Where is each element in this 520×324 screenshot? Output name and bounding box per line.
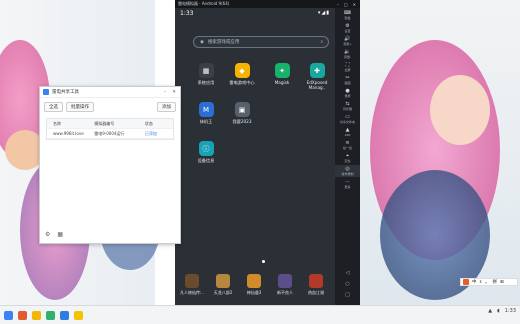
dock-app-4[interactable]: 新不良人 [270, 274, 300, 296]
settings-icon[interactable]: ⚙ [45, 231, 50, 238]
game-icon [278, 274, 292, 288]
system-apps-icon: ▦ [198, 63, 214, 78]
maximize-icon[interactable]: □ [344, 2, 348, 7]
volume-icon[interactable]: ◖ [497, 308, 500, 314]
app-wipe-king[interactable]: M 抹机王 [190, 102, 222, 125]
game-controller-icon: ◉ [200, 39, 204, 45]
wipe-king-icon: M [198, 102, 214, 117]
app-device-info[interactable]: ⓘ 设备信息 [190, 141, 222, 164]
game-icon [216, 274, 230, 288]
ime-toolbar: 中 ε 。 拼 ⊞ [460, 278, 518, 286]
game-icon [185, 274, 199, 288]
table-row[interactable]: www.996it.love 雷电9-0004运行 已添加 [47, 129, 173, 139]
ime-item[interactable]: ε [480, 280, 482, 285]
start-icon[interactable] [4, 310, 13, 320]
share-tool-window: 雷电共享工具 – ✕ 全选 批量操作 添加 名称 模拟器编号 状态 www.99… [39, 86, 181, 244]
toolbar-sync[interactable]: ⇆ 同步器 [335, 100, 360, 112]
app-system-apps[interactable]: ▦ 系统应用 [190, 63, 222, 86]
window-titlebar: 雷电共享工具 – ✕ [40, 87, 180, 98]
toolbar-keyboard[interactable]: ⌨ 键盘 [335, 9, 360, 21]
toolbar-more[interactable]: ⋯ 更多 [335, 178, 360, 190]
edxposed-icon: ✚ [309, 63, 325, 78]
instance-table: 名称 模拟器编号 状态 www.996it.love 雷电9-0004运行 已添… [46, 118, 174, 140]
add-button[interactable]: 添加 [157, 102, 176, 112]
toolbar-macro[interactable]: ◎ 操作录制 [335, 165, 360, 177]
toolbar-fullscreen[interactable]: ⛶ 全屏 [335, 61, 360, 73]
dock-app-2[interactable]: 天龙八部2 [208, 274, 238, 296]
table-header: 名称 模拟器编号 状态 [47, 119, 173, 129]
column-header: 状态 [144, 120, 153, 126]
app-icon[interactable] [18, 310, 27, 320]
search-input[interactable]: ◉ 搜索游戏或应用 ⌕ [193, 36, 329, 48]
wallpaper-right [360, 0, 520, 305]
app-2023[interactable]: ▣ 我要2023 [226, 102, 258, 125]
status-time: 1:33 [180, 9, 194, 17]
emulator-toolbar: ⌨ 键盘 ⚙ 设置 🔊 音量+ 🔉 音量- ⛶ 全屏 ✂ 截图 ● 录屏 ⇆ 同步器 ▭ 共享文件… [335, 8, 360, 305]
ime-item[interactable]: 。 [485, 279, 490, 285]
emulator-window: 雷电模拟器 · Android 9(64) – □ ✕ 1:33 ▾◢▮ ◉ 搜… [175, 0, 360, 305]
magisk-icon: ✦ [274, 63, 290, 78]
toolbar-shake[interactable]: ≋ 摇一摇 [335, 139, 360, 151]
close-icon[interactable]: ✕ [172, 90, 176, 95]
toolbar-location[interactable]: ⌖ 定位 [335, 152, 360, 164]
dock-app-5[interactable]: 热血江湖 [301, 274, 331, 296]
search-placeholder: 搜索游戏或应用 [207, 40, 240, 45]
toolbar-volume-up[interactable]: 🔊 音量+ [335, 35, 360, 47]
game-center-icon: ◆ [234, 63, 250, 78]
app-2023-icon: ▣ [234, 102, 250, 117]
row-name: www.996it.love [53, 131, 84, 136]
desktop: 雷电模拟器 · Android 9(64) – □ ✕ 1:33 ▾◢▮ ◉ 搜… [0, 0, 520, 324]
window-toolbar: 全选 批量操作 添加 [40, 98, 180, 112]
emulator-title: 雷电模拟器 · Android 9(64) [178, 1, 230, 6]
game-icon [309, 274, 323, 288]
dock-app-3[interactable]: 神仙道3 [239, 274, 269, 296]
app-icon[interactable] [60, 310, 69, 320]
minimize-icon[interactable]: – [164, 90, 166, 95]
back-icon[interactable]: ◁ [346, 270, 350, 276]
network-icon[interactable]: ▲ [488, 308, 492, 314]
android-screen: 1:33 ▾◢▮ ◉ 搜索游戏或应用 ⌕ ▦ 系统应用 ◆ 雷电游戏中心 ✦ M… [175, 8, 335, 305]
status-icons: ▾◢▮ [317, 10, 330, 16]
device-info-icon: ⓘ [198, 141, 214, 156]
window-footer: ⚙ ▦ [45, 231, 63, 238]
ime-item[interactable]: 拼 [492, 279, 497, 285]
dock-app-1[interactable]: 凡人修仙传:.. [177, 274, 207, 296]
toolbar-shared-folder[interactable]: ▭ 共享文件夹 [335, 113, 360, 125]
search-icon[interactable]: ⌕ [320, 39, 328, 45]
row-status[interactable]: 已添加 [145, 131, 173, 137]
select-all-button[interactable]: 全选 [44, 102, 63, 112]
page-indicator [262, 260, 265, 263]
grid-icon[interactable]: ▦ [57, 231, 63, 238]
taskbar [0, 305, 520, 324]
toolbar-apk[interactable]: ▲ APK [335, 126, 360, 138]
row-id: 雷电9-0004运行 [94, 130, 125, 136]
status-bar: 1:33 ▾◢▮ [175, 8, 335, 18]
emulator-titlebar: 雷电模拟器 · Android 9(64) – □ ✕ [175, 0, 360, 8]
game-icon [247, 274, 261, 288]
toolbar-settings[interactable]: ⚙ 设置 [335, 22, 360, 34]
window-title: 雷电共享工具 [52, 90, 79, 95]
app-magisk[interactable]: ✦ Magisk [266, 63, 298, 85]
ime-item[interactable]: 中 [472, 279, 477, 285]
toolbar-volume-down[interactable]: 🔉 音量- [335, 48, 360, 60]
column-header: 模拟器编号 [94, 120, 115, 126]
taskbar-clock[interactable]: 1:33 [505, 308, 516, 314]
batch-button[interactable]: 批量操作 [66, 102, 94, 112]
home-icon[interactable]: ○ [345, 281, 349, 287]
ime-logo-icon [463, 279, 469, 285]
toolbar-record[interactable]: ● 录屏 [335, 87, 360, 99]
column-header: 名称 [53, 120, 61, 126]
app-edxposed[interactable]: ✚ EdXposed Manag.. [300, 63, 334, 90]
app-icon[interactable] [46, 310, 55, 320]
ime-item[interactable]: ⊞ [500, 280, 504, 285]
app-game-center[interactable]: ◆ 雷电游戏中心 [226, 63, 258, 86]
app-logo-icon [43, 89, 49, 95]
app-icon[interactable] [32, 310, 41, 320]
emulator-taskbar-icon[interactable] [74, 310, 83, 320]
minimize-icon[interactable]: – [337, 2, 339, 7]
system-tray: ▲ ◖ 1:33 [488, 308, 516, 314]
close-icon[interactable]: ✕ [353, 2, 356, 7]
toolbar-screenshot[interactable]: ✂ 截图 [335, 74, 360, 86]
recents-icon[interactable]: □ [345, 292, 350, 298]
